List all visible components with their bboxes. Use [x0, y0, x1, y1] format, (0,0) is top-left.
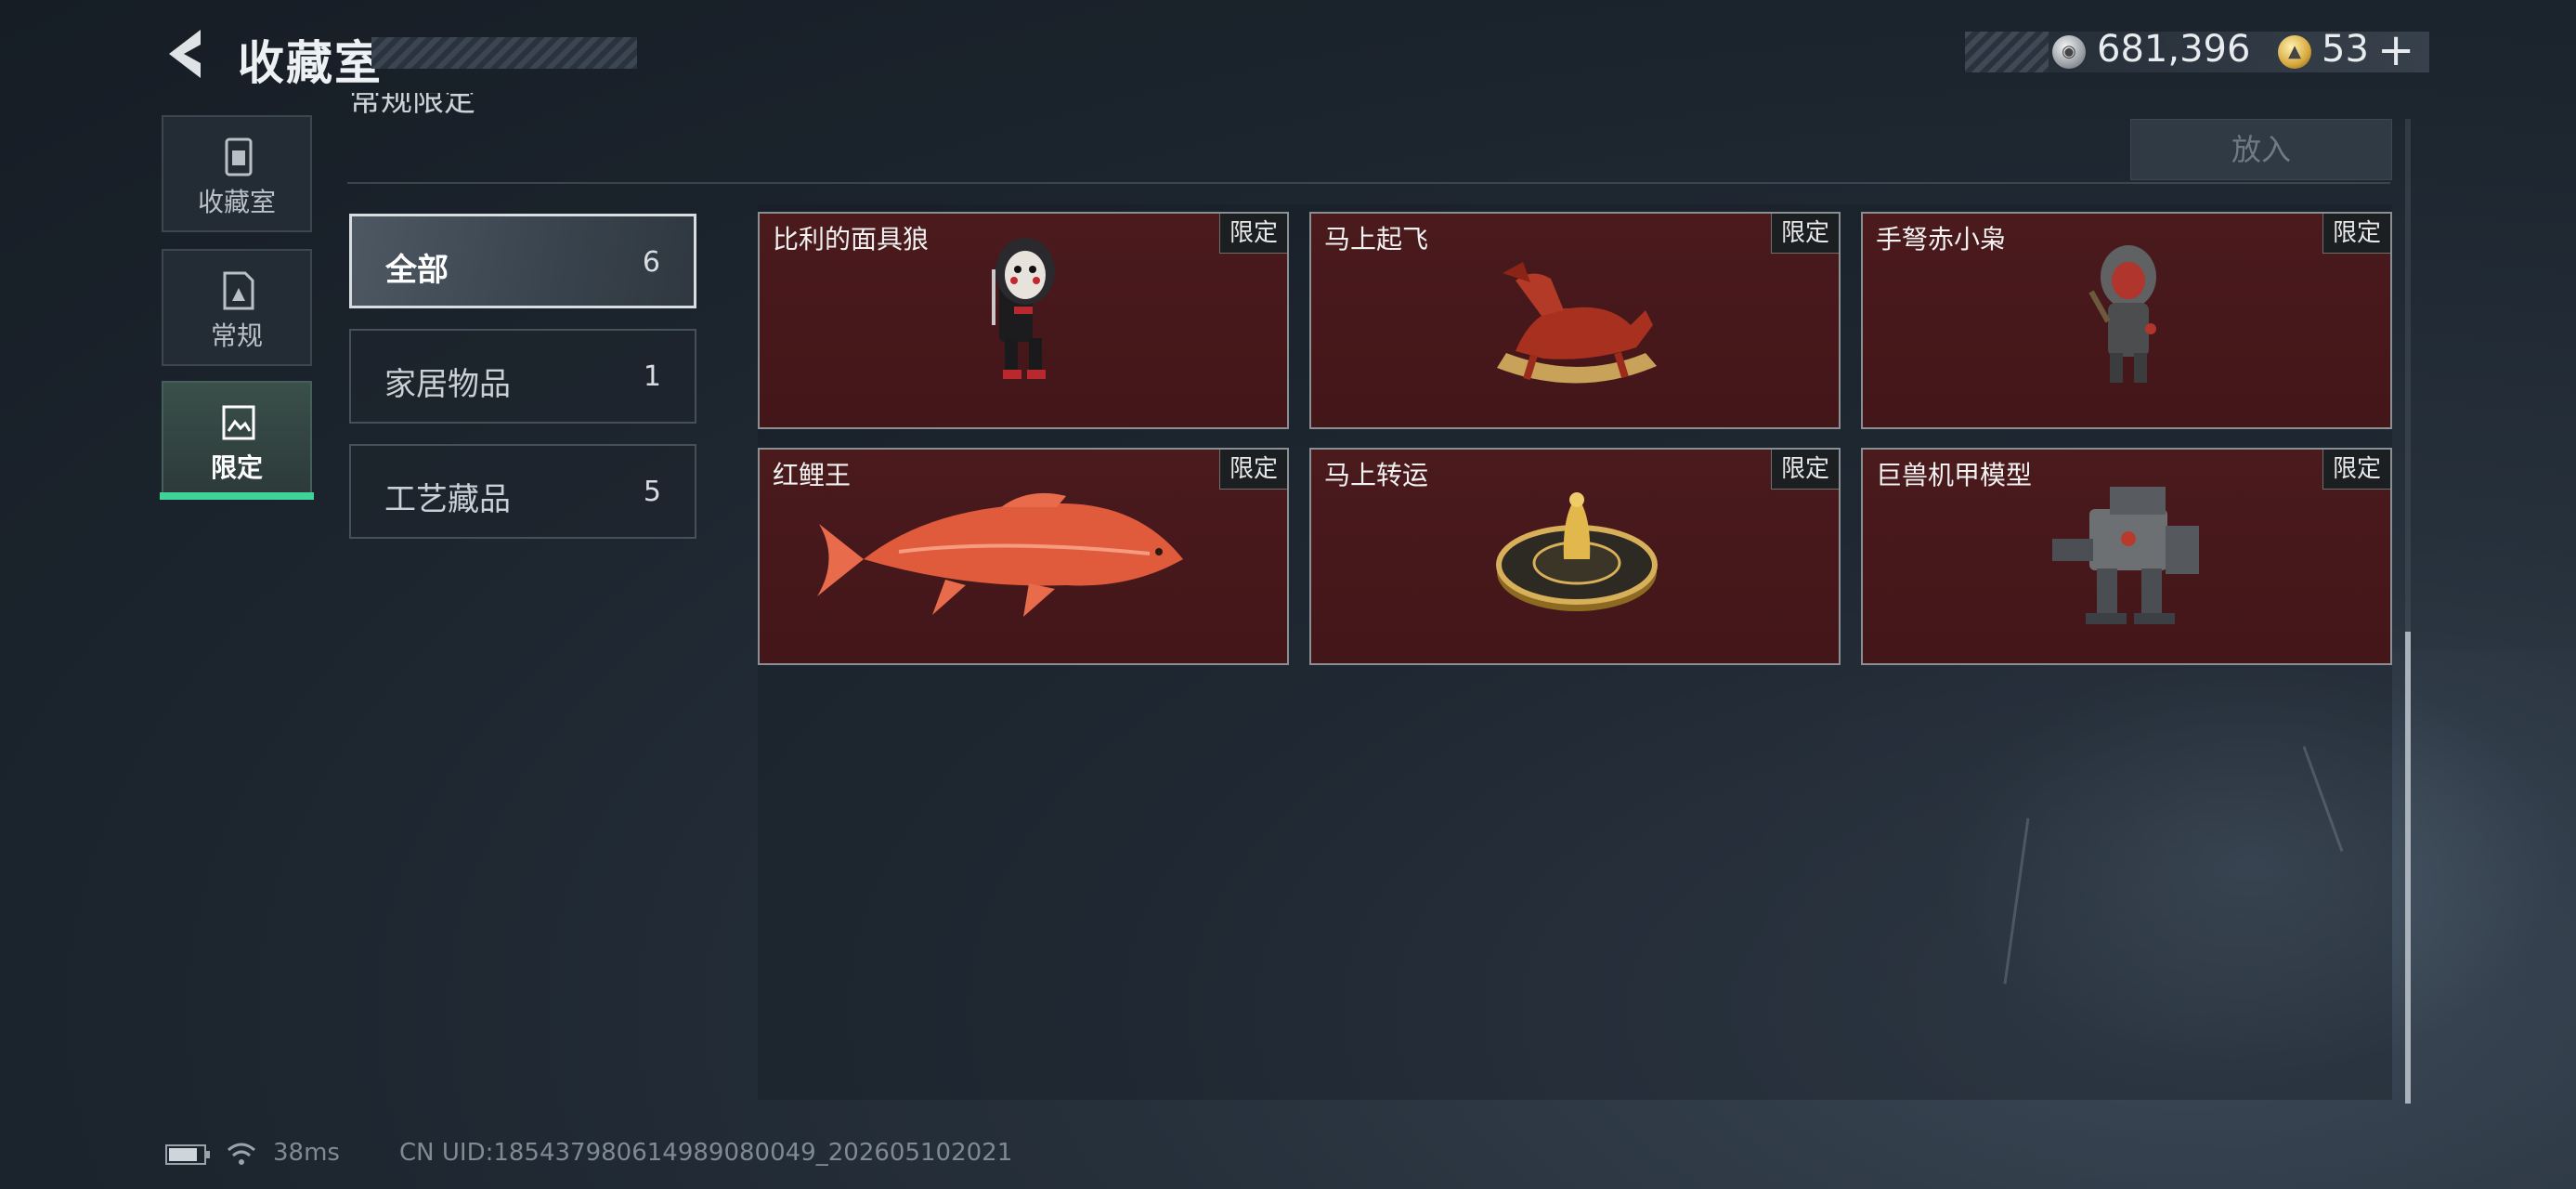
item-card[interactable]: 手弩赤小枭 限定: [1861, 212, 2392, 429]
category-count: 5: [643, 476, 661, 508]
category-all[interactable]: 全部 6: [349, 214, 696, 308]
ping-value: 38ms: [273, 1139, 340, 1167]
section-divider: [347, 182, 2390, 184]
item-name: 马上起飞: [1324, 224, 1429, 255]
item-card[interactable]: 马上转运 限定: [1309, 448, 1841, 665]
item-card[interactable]: 马上起飞 限定: [1309, 212, 1841, 429]
item-name: 手弩赤小枭: [1876, 224, 2007, 255]
scrollbar-thumb[interactable]: [2405, 632, 2411, 1104]
gold-currency-value: 53: [2322, 28, 2369, 71]
item-card[interactable]: 巨兽机甲模型 限定: [1861, 448, 2392, 665]
item-name: 巨兽机甲模型: [1876, 460, 2033, 490]
image-icon: [222, 405, 255, 440]
item-card[interactable]: 比利的面具狼 限定: [758, 212, 1289, 429]
limited-badge: 限定: [1219, 450, 1287, 490]
title-decoration: [371, 37, 637, 69]
nav-collection-room[interactable]: 收藏室: [162, 115, 312, 232]
item-name: 比利的面具狼: [773, 224, 930, 255]
silver-currency-value: 681,396: [2097, 28, 2251, 71]
category-name: 工艺藏品: [384, 481, 511, 518]
battery-icon: [165, 1144, 210, 1165]
section-label: 常规限定: [349, 93, 475, 119]
put-in-button[interactable]: 放入: [2130, 119, 2392, 180]
category-furniture[interactable]: 家居物品 1: [349, 329, 696, 424]
back-button[interactable]: [160, 26, 212, 82]
limited-badge: 限定: [2322, 450, 2390, 490]
currency-decoration: [1965, 32, 2049, 72]
limited-badge: 限定: [1771, 450, 1839, 490]
limited-badge: 限定: [2322, 214, 2390, 254]
back-arrow-icon: [169, 30, 201, 78]
user-uid: CN UID:18543798061498908004​9_2026051020…: [399, 1139, 1013, 1167]
add-currency-button[interactable]: +: [2377, 24, 2414, 76]
item-name: 红鲤王: [773, 460, 852, 490]
document-icon: [223, 271, 254, 310]
nav-regular[interactable]: 常规: [162, 249, 312, 366]
nav-label: 限定: [210, 452, 263, 483]
category-name: 家居物品: [384, 366, 511, 403]
wifi-icon: [228, 1143, 255, 1165]
item-name: 马上转运: [1324, 460, 1429, 490]
limited-badge: 限定: [1219, 214, 1287, 254]
nav-label: 常规: [210, 320, 263, 351]
trash-bin-icon: [225, 137, 253, 176]
limited-badge: 限定: [1771, 214, 1839, 254]
section-header: 常规限定: [349, 93, 776, 139]
nav-label: 收藏室: [197, 187, 276, 217]
category-count: 1: [643, 360, 661, 393]
category-crafts[interactable]: 工艺藏品 5: [349, 444, 696, 539]
category-name: 全部: [385, 252, 449, 289]
silver-coin-icon: ◉: [2052, 35, 2086, 69]
item-card[interactable]: 红鲤王 限定: [758, 448, 1289, 665]
gold-coin-icon: ▲: [2278, 35, 2311, 69]
page-title: 收藏室: [238, 36, 383, 90]
nav-active-indicator: [160, 492, 314, 500]
category-count: 6: [642, 246, 660, 279]
nav-limited[interactable]: 限定: [162, 381, 312, 498]
